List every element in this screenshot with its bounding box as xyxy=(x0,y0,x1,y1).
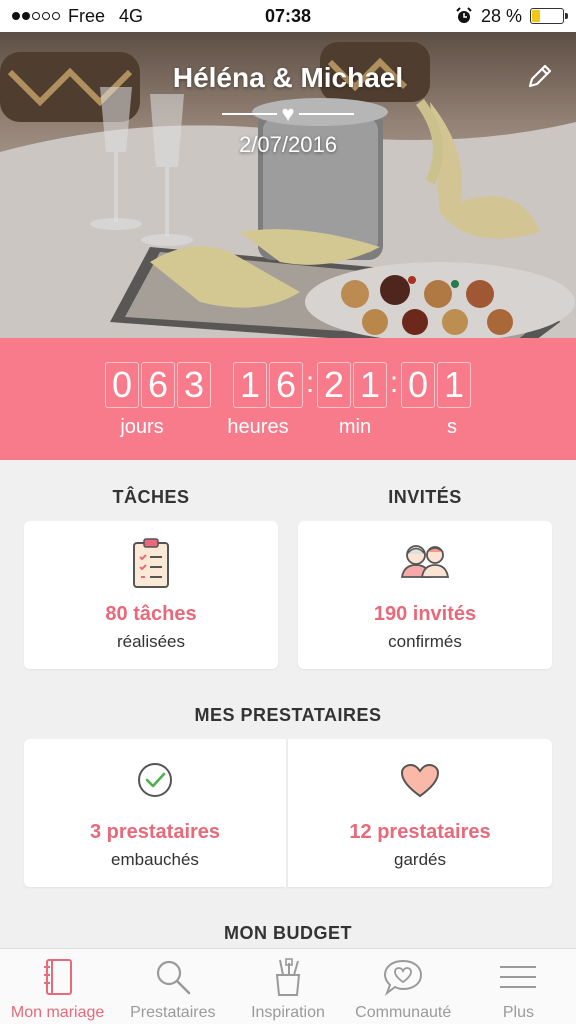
time-separator: : xyxy=(389,366,399,399)
saved-vendors-card[interactable]: 12 prestataires gardés xyxy=(288,739,552,887)
countdown-digit: 1 xyxy=(353,362,387,408)
countdown-digits: 0 6 3 1 6 : 2 1 : 0 1 xyxy=(0,362,576,408)
battery-percent: 28 % xyxy=(480,5,522,26)
countdown-digit: 1 xyxy=(437,362,471,408)
countdown-timer: 0 6 3 1 6 : 2 1 : 0 1 jours heures min s xyxy=(0,338,576,460)
seconds-digits: 0 1 xyxy=(401,362,471,408)
countdown-digit: 0 xyxy=(105,362,139,408)
minutes-digits: 2 1 xyxy=(317,362,387,408)
clipboard-checklist-icon xyxy=(133,538,169,588)
alarm-clock-icon xyxy=(456,7,472,23)
hired-vendors-card[interactable]: 3 prestataires embauchés xyxy=(24,739,286,887)
tab-label: Mon mariage xyxy=(10,1004,105,1021)
search-icon xyxy=(156,960,191,995)
brush-cup-icon xyxy=(275,958,301,996)
days-label: jours xyxy=(120,416,164,438)
budget-title: MON BUDGET xyxy=(224,923,352,943)
days-digits: 0 6 3 xyxy=(105,362,211,408)
tab-label: Inspiration xyxy=(251,1004,325,1021)
tasks-title: TÂCHES xyxy=(112,487,190,507)
signal-strength-icon xyxy=(12,12,60,20)
wedding-date: 2/07/2016 xyxy=(239,132,337,157)
carrier-name: Free xyxy=(68,5,106,26)
hired-vendors-count: 3 prestataires xyxy=(89,821,221,843)
vendors-title: MES PRESTATAIRES xyxy=(194,705,382,725)
chat-heart-icon xyxy=(384,959,423,996)
countdown-units: jours heures min s xyxy=(0,416,576,442)
hired-vendors-caption: embauchés xyxy=(111,850,199,869)
guests-count: 190 invités xyxy=(373,603,477,625)
countdown-digit: 0 xyxy=(401,362,435,408)
tab-inspiration[interactable]: Inspiration xyxy=(230,949,345,1024)
status-right: 28 % xyxy=(455,5,568,27)
battery-level-fill xyxy=(532,10,541,22)
guests-title: INVITÉS xyxy=(388,487,462,507)
check-circle-icon xyxy=(138,763,172,797)
menu-icon xyxy=(500,966,537,988)
heart-icon xyxy=(400,763,440,798)
countdown-digit: 1 xyxy=(233,362,267,408)
couple-names: Héléna & Michael xyxy=(172,62,404,93)
guests-icon xyxy=(400,545,450,578)
pencil-icon[interactable] xyxy=(524,60,556,92)
guests-caption: confirmés xyxy=(388,632,462,651)
tab-prestataires[interactable]: Prestataires xyxy=(115,949,230,1024)
tab-label: Communauté xyxy=(355,1004,452,1021)
status-bar: Free 4G 07:38 28 % xyxy=(0,0,576,32)
countdown-digit: 2 xyxy=(317,362,351,408)
time-separator: : xyxy=(305,366,315,399)
notebook-icon xyxy=(43,959,72,995)
countdown-digit: 3 xyxy=(177,362,211,408)
tab-label: Plus xyxy=(502,1004,534,1021)
network-type: 4G xyxy=(119,5,144,26)
hero-banner: Héléna & Michael ♥ 2/07/2016 xyxy=(0,32,576,338)
tab-communaute[interactable]: Communauté xyxy=(346,949,461,1024)
tasks-count: 80 tâches xyxy=(105,603,197,625)
heart-divider-icon: ♥ xyxy=(281,101,295,126)
countdown-digit: 6 xyxy=(269,362,303,408)
hours-label: heures xyxy=(227,416,289,438)
guests-card[interactable]: 190 invités confirmés xyxy=(298,521,552,669)
tasks-caption: réalisées xyxy=(116,632,186,651)
status-left: Free 4G xyxy=(12,6,143,27)
tab-bar: Mon mariage Prestataires Inspiration Com… xyxy=(0,948,576,1024)
hours-digits: 1 6 xyxy=(233,362,303,408)
hero-divider: ♥ xyxy=(222,101,354,126)
saved-vendors-caption: gardés xyxy=(394,850,446,869)
tab-label: Prestataires xyxy=(130,1004,216,1021)
minutes-label: min xyxy=(338,416,372,438)
tasks-card[interactable]: 80 tâches réalisées xyxy=(24,521,278,669)
tab-mon-mariage[interactable]: Mon mariage xyxy=(0,949,115,1024)
seconds-label: s xyxy=(447,416,457,438)
saved-vendors-count: 12 prestataires xyxy=(349,821,491,843)
countdown-digit: 6 xyxy=(141,362,175,408)
tab-plus[interactable]: Plus xyxy=(461,949,576,1024)
battery-icon xyxy=(530,8,568,24)
